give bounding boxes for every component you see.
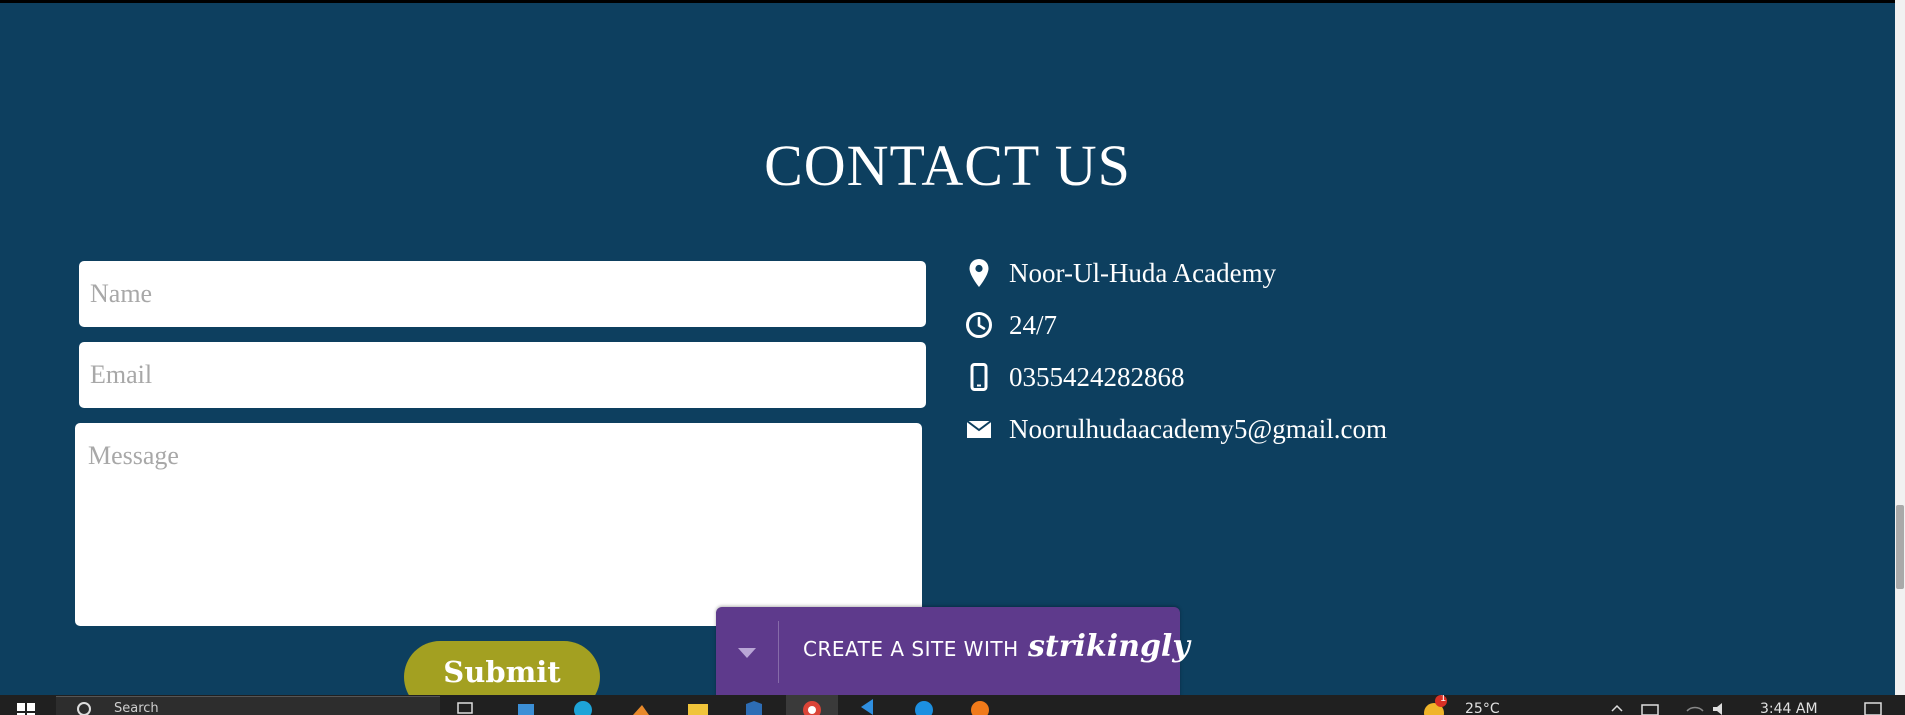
app-blue-icon[interactable] — [913, 697, 935, 715]
battery-icon[interactable] — [1640, 697, 1662, 715]
scrollbar-thumb[interactable] — [1896, 505, 1904, 589]
contact-item-phone: 0355424282868 — [964, 357, 1185, 397]
contact-address-text: Noor-Ul-Huda Academy — [1009, 257, 1277, 288]
search-placeholder: Search — [114, 701, 159, 715]
name-input[interactable] — [79, 261, 926, 327]
chevron-down-icon[interactable] — [716, 607, 778, 695]
contact-item-hours: 24/7 — [964, 305, 1057, 345]
contact-item-address: Noor-Ul-Huda Academy — [964, 253, 1276, 293]
email-input[interactable] — [79, 342, 926, 408]
section-title: CONTACT US — [764, 133, 1131, 198]
notification-center-icon[interactable] — [1862, 697, 1884, 715]
weather-temperature: 25°C — [1465, 701, 1500, 715]
contact-email-text: Noorulhudaacademy5@gmail.com — [1009, 413, 1387, 444]
strikingly-logo: strikingly — [1028, 629, 1190, 664]
edge-icon[interactable] — [572, 697, 594, 715]
strikingly-banner[interactable]: CREATE A SITE WITH strikingly — [716, 607, 1190, 695]
firefox-icon[interactable] — [968, 697, 992, 715]
clock-icon — [964, 310, 994, 340]
contact-section: CONTACT US Submit Noor-Ul-Huda Academy 2… — [0, 3, 1895, 695]
banner-divider — [778, 621, 779, 683]
contact-item-email: Noorulhudaacademy5@gmail.com — [964, 409, 1387, 449]
wifi-icon[interactable] — [1684, 697, 1706, 715]
windows-taskbar: Search 1 25°C 3:44 AM — [0, 695, 1905, 715]
submit-button[interactable]: Submit — [404, 641, 600, 695]
security-shield-icon[interactable] — [743, 697, 765, 715]
contact-hours-text: 24/7 — [1009, 309, 1058, 340]
banner-text: CREATE A SITE WITH — [803, 637, 1019, 661]
windows-start-icon[interactable] — [15, 697, 37, 715]
app-icon[interactable] — [630, 697, 652, 715]
store-icon[interactable] — [515, 697, 537, 715]
clock-time[interactable]: 3:44 AM — [1760, 701, 1818, 715]
task-view-icon[interactable] — [455, 697, 475, 715]
chevron-up-icon[interactable] — [1610, 697, 1624, 715]
location-pin-icon — [964, 258, 994, 288]
mobile-phone-icon — [964, 362, 994, 392]
taskbar-search-box[interactable]: Search — [56, 696, 440, 715]
page-scrollbar[interactable] — [1895, 0, 1905, 695]
chrome-taskbar-button[interactable] — [786, 695, 838, 715]
notification-count-badge: 1 — [1440, 695, 1447, 704]
envelope-icon — [964, 414, 994, 444]
search-icon — [76, 700, 94, 715]
volume-icon[interactable] — [1710, 697, 1732, 715]
contact-phone-text: 0355424282868 — [1009, 361, 1185, 392]
message-textarea[interactable] — [75, 423, 922, 626]
file-explorer-icon[interactable] — [686, 697, 710, 715]
vscode-icon[interactable] — [857, 697, 879, 715]
